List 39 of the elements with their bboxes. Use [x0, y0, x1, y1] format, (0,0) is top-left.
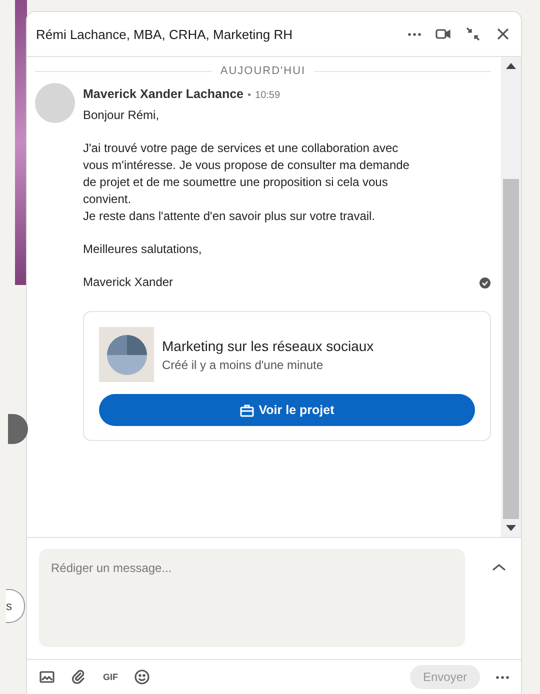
message-text: Maverick Xander	[83, 274, 174, 291]
date-divider: AUJOURD'HUI	[220, 65, 306, 77]
video-call-button[interactable]	[435, 26, 451, 42]
message-text: Bonjour Rémi,	[83, 107, 160, 124]
close-icon	[495, 26, 511, 42]
sender-name: Maverick Xander Lachance	[83, 87, 244, 101]
more-icon	[408, 32, 421, 36]
paperclip-icon	[71, 669, 87, 685]
message-text: Meilleures salutations,	[83, 241, 203, 258]
avatar	[35, 83, 75, 123]
scroll-down-icon[interactable]	[506, 525, 516, 531]
background-handle	[8, 414, 28, 444]
attach-button[interactable]	[71, 669, 87, 685]
emoji-button[interactable]	[134, 669, 150, 685]
background-pill: s	[6, 589, 25, 623]
image-icon	[39, 669, 55, 685]
more-button[interactable]	[408, 32, 421, 36]
gif-button[interactable]: GIF	[103, 672, 118, 682]
project-title: Marketing sur les réseaux sociaux	[162, 338, 375, 354]
message-time: 10:59	[255, 90, 280, 101]
project-subtitle: Créé il y a moins d'une minute	[162, 358, 324, 372]
briefcase-icon	[240, 404, 254, 416]
message-input[interactable]: Rédiger un message...	[39, 549, 465, 647]
view-project-button[interactable]: Voir le projet	[99, 394, 475, 426]
pie-chart-thumbnail	[99, 327, 154, 382]
minimize-button[interactable]	[465, 26, 481, 42]
collapse-arrows-icon	[465, 26, 481, 42]
close-button[interactable]	[495, 26, 511, 42]
scrollbar-thumb[interactable]	[503, 179, 519, 519]
video-camera-icon	[435, 26, 451, 42]
scroll-up-icon[interactable]	[506, 63, 516, 69]
scrollbar[interactable]	[501, 57, 521, 537]
more-icon	[496, 676, 509, 678]
separator-dot: •	[248, 90, 252, 101]
image-button[interactable]	[39, 669, 55, 685]
window-title: Rémi Lachance, MBA, CRHA, Marketing RH	[36, 26, 294, 42]
message-text: J'ai trouvé votre page de services et une collaboration avec vous m'intéresse. Je vous propose de consulter ma demande de projet et de me soumettre une proposition si cela vous convient. Je reste dans l'attente d'en savoir plus sur votre travail.	[83, 140, 410, 225]
more-button[interactable]	[496, 676, 509, 678]
smiley-icon	[134, 669, 150, 685]
